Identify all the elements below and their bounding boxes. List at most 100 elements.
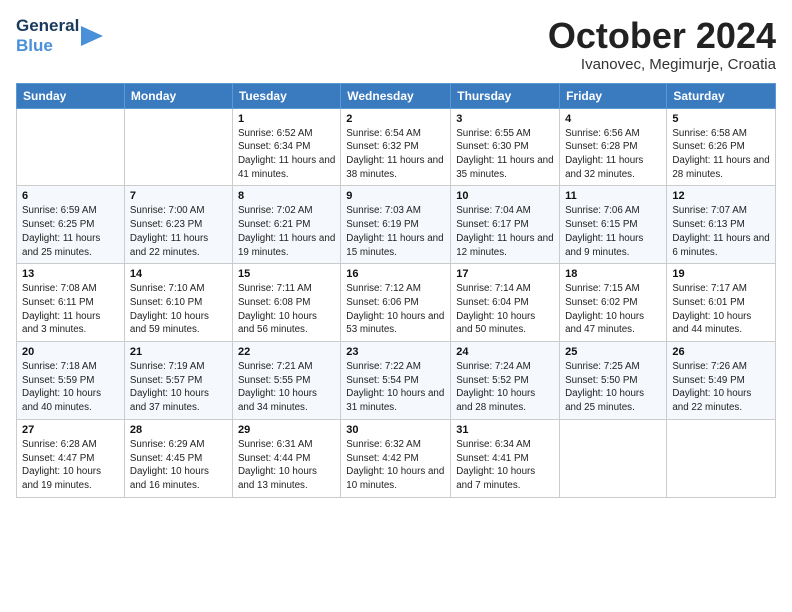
day-number: 17 — [456, 268, 554, 280]
calendar-day-cell: 7Sunrise: 7:00 AMSunset: 6:23 PMDaylight… — [124, 186, 232, 264]
day-info: Sunrise: 7:19 AMSunset: 5:57 PMDaylight:… — [130, 360, 227, 415]
calendar-day-cell: 26 Sunrise: 7:26 AMSunset: 5:49 PMDayligh… — [667, 342, 776, 420]
calendar-day-cell: 1 Sunrise: 6:52 AMSunset: 6:34 PMDaylight… — [232, 108, 340, 186]
day-info: Sunrise: 6:28 AMSunset: 4:47 PMDaylight:… — [22, 438, 119, 493]
day-info: Sunrise: 7:11 AMSunset: 6:08 PMDaylight:… — [238, 282, 335, 337]
day-info: Sunrise: 7:12 AMSunset: 6:06 PMDaylight:… — [346, 282, 445, 337]
day-number: 10 — [456, 190, 554, 202]
calendar-day-cell: 17 Sunrise: 7:14 AMSunset: 6:04 PMDayligh… — [451, 264, 560, 342]
calendar-day-cell: 10 Sunrise: 7:04 AMSunset: 6:17 PMDayligh… — [451, 186, 560, 264]
day-number: 16 — [346, 268, 445, 280]
day-info: Sunrise: 6:52 AMSunset: 6:34 PMDaylight:… — [238, 127, 335, 182]
calendar-day-cell — [17, 108, 125, 186]
calendar-day-cell: 13Sunrise: 7:08 AMSunset: 6:11 PMDayligh… — [17, 264, 125, 342]
calendar-day-cell: 11Sunrise: 7:06 AMSunset: 6:15 PMDayligh… — [560, 186, 667, 264]
page: General Blue October 2024 Ivanovec, Megi… — [0, 0, 792, 612]
calendar-table: Sunday Monday Tuesday Wednesday Thursday… — [16, 83, 776, 498]
day-info: Sunrise: 7:03 AMSunset: 6:19 PMDaylight:… — [346, 204, 445, 259]
calendar-day-cell: 29 Sunrise: 6:31 AMSunset: 4:44 PMDayligh… — [232, 419, 340, 497]
day-number: 24 — [456, 346, 554, 358]
day-info: Sunrise: 7:14 AMSunset: 6:04 PMDaylight:… — [456, 282, 554, 337]
calendar-day-cell: 8Sunrise: 7:02 AMSunset: 6:21 PMDaylight… — [232, 186, 340, 264]
day-info: Sunrise: 6:55 AMSunset: 6:30 PMDaylight:… — [456, 127, 554, 182]
col-monday: Monday — [124, 83, 232, 108]
calendar-day-cell: 24 Sunrise: 7:24 AMSunset: 5:52 PMDayligh… — [451, 342, 560, 420]
calendar-day-cell: 20Sunrise: 7:18 AMSunset: 5:59 PMDayligh… — [17, 342, 125, 420]
day-number: 18 — [565, 268, 661, 280]
calendar-day-cell: 18 Sunrise: 7:15 AMSunset: 6:02 PMDayligh… — [560, 264, 667, 342]
day-info: Sunrise: 7:15 AMSunset: 6:02 PMDaylight:… — [565, 282, 661, 337]
day-info: Sunrise: 7:21 AMSunset: 5:55 PMDaylight:… — [238, 360, 335, 415]
day-number: 15 — [238, 268, 335, 280]
day-number: 9 — [346, 190, 445, 202]
day-info: Sunrise: 6:59 AMSunset: 6:25 PMDaylight:… — [22, 204, 119, 259]
day-info: Sunrise: 7:04 AMSunset: 6:17 PMDaylight:… — [456, 204, 554, 259]
day-number: 4 — [565, 113, 661, 125]
day-info: Sunrise: 7:24 AMSunset: 5:52 PMDaylight:… — [456, 360, 554, 415]
col-tuesday: Tuesday — [232, 83, 340, 108]
header: General Blue October 2024 Ivanovec, Megi… — [16, 16, 776, 73]
day-number: 3 — [456, 113, 554, 125]
calendar-day-cell: 23 Sunrise: 7:22 AMSunset: 5:54 PMDayligh… — [341, 342, 451, 420]
calendar-day-cell: 21 Sunrise: 7:19 AMSunset: 5:57 PMDayligh… — [124, 342, 232, 420]
calendar-day-cell: 30 Sunrise: 6:32 AMSunset: 4:42 PMDayligh… — [341, 419, 451, 497]
day-info: Sunrise: 6:58 AMSunset: 6:26 PMDaylight:… — [672, 127, 770, 182]
day-number: 28 — [130, 424, 227, 436]
day-number: 30 — [346, 424, 445, 436]
day-number: 27 — [22, 424, 119, 436]
day-info: Sunrise: 7:26 AMSunset: 5:49 PMDaylight:… — [672, 360, 770, 415]
location: Ivanovec, Megimurje, Croatia — [548, 56, 776, 73]
day-info: Sunrise: 7:06 AMSunset: 6:15 PMDaylight:… — [565, 204, 661, 259]
calendar-day-cell: 22 Sunrise: 7:21 AMSunset: 5:55 PMDayligh… — [232, 342, 340, 420]
day-number: 19 — [672, 268, 770, 280]
day-info: Sunrise: 7:25 AMSunset: 5:50 PMDaylight:… — [565, 360, 661, 415]
calendar-day-cell: 25Sunrise: 7:25 AMSunset: 5:50 PMDayligh… — [560, 342, 667, 420]
day-info: Sunrise: 6:32 AMSunset: 4:42 PMDaylight:… — [346, 438, 445, 493]
day-number: 23 — [346, 346, 445, 358]
day-number: 6 — [22, 190, 119, 202]
day-info: Sunrise: 7:02 AMSunset: 6:21 PMDaylight:… — [238, 204, 335, 259]
calendar-day-cell: 14Sunrise: 7:10 AMSunset: 6:10 PMDayligh… — [124, 264, 232, 342]
calendar-week-row: 1 Sunrise: 6:52 AMSunset: 6:34 PMDaylight… — [17, 108, 776, 186]
col-saturday: Saturday — [667, 83, 776, 108]
calendar-day-cell: 27 Sunrise: 6:28 AMSunset: 4:47 PMDayligh… — [17, 419, 125, 497]
day-number: 22 — [238, 346, 335, 358]
day-number: 1 — [238, 113, 335, 125]
calendar-week-row: 27 Sunrise: 6:28 AMSunset: 4:47 PMDayligh… — [17, 419, 776, 497]
calendar-week-row: 6 Sunrise: 6:59 AMSunset: 6:25 PMDaylight… — [17, 186, 776, 264]
calendar-day-cell: 2Sunrise: 6:54 AMSunset: 6:32 PMDaylight… — [341, 108, 451, 186]
month-title: October 2024 — [548, 16, 776, 56]
logo: General Blue — [16, 16, 103, 55]
day-number: 26 — [672, 346, 770, 358]
calendar-day-cell — [560, 419, 667, 497]
col-thursday: Thursday — [451, 83, 560, 108]
calendar-week-row: 20Sunrise: 7:18 AMSunset: 5:59 PMDayligh… — [17, 342, 776, 420]
calendar-day-cell: 31Sunrise: 6:34 AMSunset: 4:41 PMDayligh… — [451, 419, 560, 497]
calendar-day-cell: 5 Sunrise: 6:58 AMSunset: 6:26 PMDaylight… — [667, 108, 776, 186]
calendar-day-cell: 6 Sunrise: 6:59 AMSunset: 6:25 PMDaylight… — [17, 186, 125, 264]
day-info: Sunrise: 6:31 AMSunset: 4:44 PMDaylight:… — [238, 438, 335, 493]
day-info: Sunrise: 6:54 AMSunset: 6:32 PMDaylight:… — [346, 127, 445, 182]
title-block: October 2024 Ivanovec, Megimurje, Croati… — [548, 16, 776, 73]
calendar-day-cell: 12Sunrise: 7:07 AMSunset: 6:13 PMDayligh… — [667, 186, 776, 264]
day-info: Sunrise: 6:29 AMSunset: 4:45 PMDaylight:… — [130, 438, 227, 493]
calendar-week-row: 13Sunrise: 7:08 AMSunset: 6:11 PMDayligh… — [17, 264, 776, 342]
calendar-header-row: Sunday Monday Tuesday Wednesday Thursday… — [17, 83, 776, 108]
day-number: 14 — [130, 268, 227, 280]
day-info: Sunrise: 7:22 AMSunset: 5:54 PMDaylight:… — [346, 360, 445, 415]
calendar-day-cell — [667, 419, 776, 497]
calendar-day-cell: 3 Sunrise: 6:55 AMSunset: 6:30 PMDaylight… — [451, 108, 560, 186]
day-number: 21 — [130, 346, 227, 358]
calendar-day-cell: 19Sunrise: 7:17 AMSunset: 6:01 PMDayligh… — [667, 264, 776, 342]
col-wednesday: Wednesday — [341, 83, 451, 108]
calendar-day-cell — [124, 108, 232, 186]
calendar-day-cell: 28 Sunrise: 6:29 AMSunset: 4:45 PMDayligh… — [124, 419, 232, 497]
day-number: 12 — [672, 190, 770, 202]
day-number: 20 — [22, 346, 119, 358]
day-number: 29 — [238, 424, 335, 436]
calendar-day-cell: 4Sunrise: 6:56 AMSunset: 6:28 PMDaylight… — [560, 108, 667, 186]
col-sunday: Sunday — [17, 83, 125, 108]
day-info: Sunrise: 6:34 AMSunset: 4:41 PMDaylight:… — [456, 438, 554, 493]
day-info: Sunrise: 7:08 AMSunset: 6:11 PMDaylight:… — [22, 282, 119, 337]
day-number: 5 — [672, 113, 770, 125]
